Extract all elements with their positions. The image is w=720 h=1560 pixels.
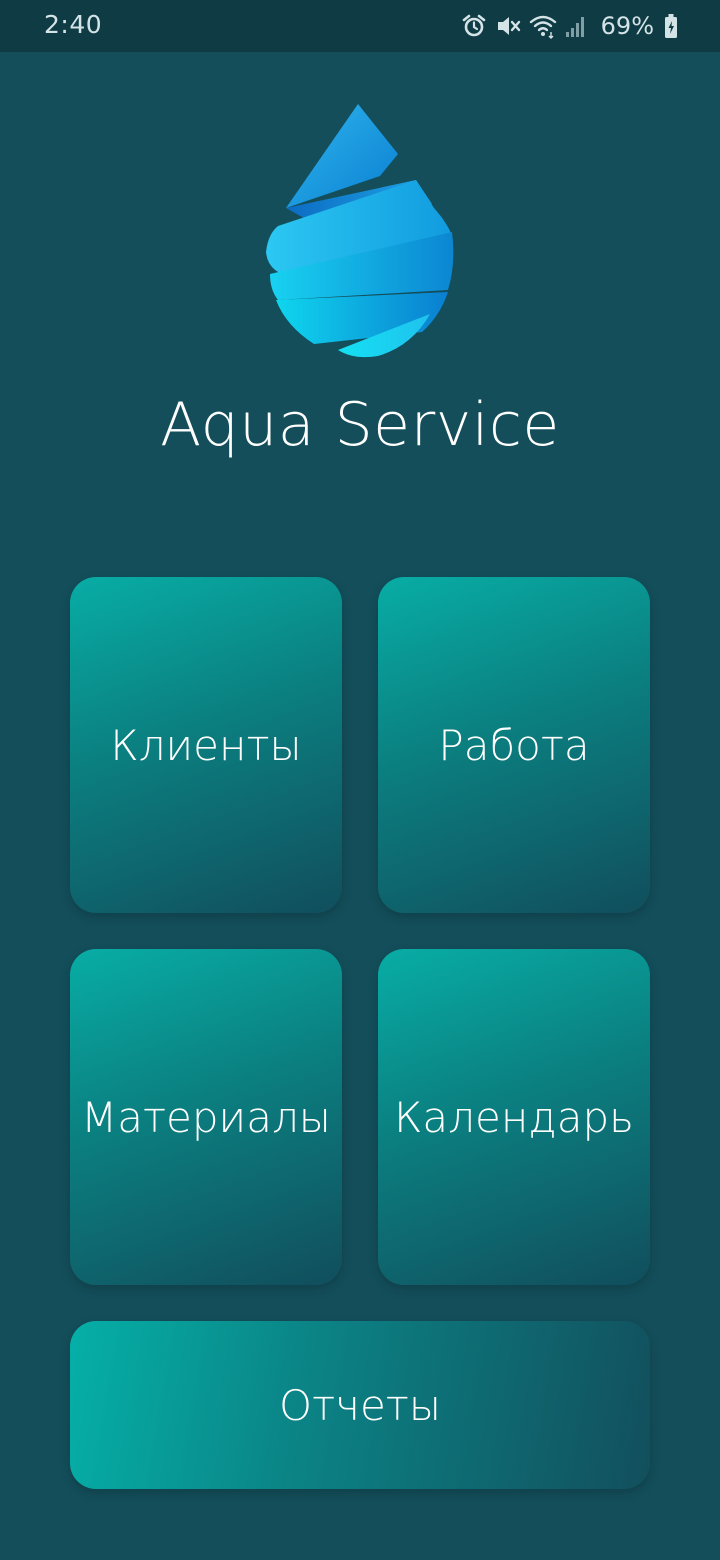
battery-percent: 69%	[600, 12, 654, 40]
wifi-icon	[529, 13, 557, 39]
app-title: Aqua Service	[160, 390, 560, 460]
materials-label: Материалы	[81, 1092, 331, 1142]
signal-icon	[565, 13, 587, 39]
calendar-label: Календарь	[394, 1092, 634, 1142]
status-icons: 69%	[461, 9, 678, 43]
alarm-icon	[461, 13, 487, 39]
battery-icon	[664, 13, 678, 39]
calendar-button[interactable]: Календарь	[378, 949, 650, 1285]
home-screen: 2:40 69% Aqua Service Клиенты Работа Мат…	[0, 0, 720, 1560]
clients-button[interactable]: Клиенты	[70, 577, 342, 913]
clients-label: Клиенты	[110, 720, 302, 770]
status-bar: 2:40 69%	[0, 0, 720, 52]
mute-icon	[495, 13, 521, 39]
work-label: Работа	[438, 720, 590, 770]
reports-label: Отчеты	[279, 1380, 441, 1430]
reports-button[interactable]: Отчеты	[70, 1321, 650, 1489]
work-button[interactable]: Работа	[378, 577, 650, 913]
status-time: 2:40	[44, 10, 103, 39]
materials-button[interactable]: Материалы	[70, 949, 342, 1285]
water-drop-logo	[262, 104, 458, 360]
